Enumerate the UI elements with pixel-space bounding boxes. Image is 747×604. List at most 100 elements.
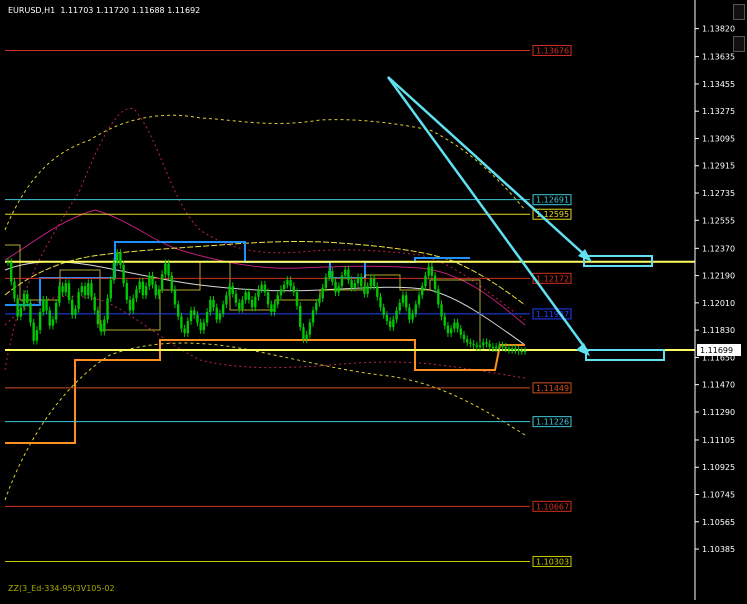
y-tick-label: 1.10565 [702, 518, 735, 527]
candle-body [77, 292, 80, 309]
y-tick-label: 1.12010 [702, 299, 735, 308]
candle-body [334, 281, 337, 293]
candle-body [411, 313, 414, 320]
symbol-timeframe: EURUSD,H1 [8, 6, 56, 15]
candle-body [273, 304, 276, 312]
candle-body [305, 334, 308, 340]
candle-body [144, 286, 148, 296]
y-tick-label: 1.11650 [702, 353, 735, 362]
candle-body [331, 271, 334, 282]
y-tick-label: 1.13820 [702, 25, 735, 34]
candle-body [369, 278, 373, 287]
candle-body [93, 296, 96, 311]
chart-canvas[interactable]: 1.136761.126911.125951.121721.119371.114… [0, 0, 747, 600]
candle-body [186, 321, 190, 334]
candle-body [167, 263, 170, 276]
candle-body [462, 334, 466, 340]
candle-body [510, 348, 514, 350]
candle-body [302, 327, 305, 340]
candle-body [504, 346, 507, 349]
candle-body [87, 283, 90, 296]
candle-body [501, 345, 504, 347]
candle-body [282, 284, 286, 290]
candle-body [176, 304, 180, 317]
candle-body [360, 277, 363, 287]
y-tick-label: 1.11470 [702, 381, 735, 390]
level-label: 1.12691 [536, 196, 569, 205]
candle-body [430, 266, 434, 276]
candle-body [22, 293, 26, 308]
candle-body [270, 304, 273, 312]
candle-body [173, 289, 177, 305]
y-tick-label: 1.11290 [702, 408, 735, 417]
candle-body [51, 319, 55, 326]
y-tick-label: 1.13635 [702, 53, 735, 62]
candle-body [244, 292, 247, 300]
level-label: 1.10303 [536, 557, 569, 566]
candle-body [427, 266, 430, 276]
candle-body [189, 310, 193, 322]
candle-body [257, 289, 260, 297]
candle-body [212, 299, 215, 308]
candle-body [193, 310, 196, 315]
price-chart[interactable]: 1.13676 1.12691 1.12595 1.12172 1.11937 1.114… [0, 0, 747, 600]
y-tick-label: 1.11830 [702, 326, 735, 335]
candle-body [151, 275, 154, 285]
candle-body [337, 286, 340, 293]
candle-body [388, 321, 392, 328]
candle-body [119, 252, 122, 265]
candle-body [13, 281, 16, 299]
candle-body [241, 299, 244, 309]
candle-body [115, 252, 119, 262]
candle-body [225, 295, 228, 305]
candle-body [250, 299, 254, 308]
candle-body [295, 292, 299, 306]
y-tick-label: 1.10745 [702, 491, 735, 500]
y-tick-label: 1.11105 [702, 436, 735, 445]
candle-body [517, 349, 520, 352]
candle-body [199, 322, 202, 331]
candle-body [80, 286, 84, 293]
level-label: 1.11449 [536, 384, 569, 393]
candle-body [353, 283, 357, 288]
candle-body [417, 295, 421, 305]
candle-body [340, 275, 344, 287]
y-tick-label: 1.10925 [702, 463, 735, 472]
candle-body [469, 342, 472, 344]
candle-body [321, 287, 324, 299]
y-tick-label: 1.12370 [702, 244, 735, 253]
candle-body [379, 296, 382, 308]
candle-body [327, 271, 331, 278]
candle-body [356, 277, 360, 284]
y-tick-label: 1.13275 [702, 107, 735, 116]
y-tick-label: 1.13455 [702, 80, 735, 89]
candle-body [279, 289, 283, 296]
ohlc-values: 1.11703 1.11720 1.11688 1.11692 [60, 6, 201, 15]
scroll-up-button[interactable] [733, 4, 745, 20]
candle-body [276, 295, 279, 305]
candle-body [183, 328, 186, 334]
level-label: 1.10667 [536, 502, 569, 511]
candle-body [392, 319, 395, 328]
candle-body [64, 283, 68, 293]
candle-body [260, 284, 263, 290]
candle-body [141, 281, 145, 296]
candle-body [83, 286, 87, 296]
candle-body [482, 342, 485, 346]
candle-body [292, 286, 295, 293]
candle-body [363, 286, 366, 294]
candle-body [128, 299, 132, 311]
candle-body [48, 310, 51, 326]
candle-body [180, 316, 183, 329]
candle-body [401, 295, 405, 303]
y-tick-label: 1.12190 [702, 272, 735, 281]
candle-body [148, 275, 151, 287]
candle-body [385, 314, 389, 322]
chart-shift-button[interactable] [733, 36, 745, 52]
candle-body [202, 322, 206, 331]
candle-body [446, 325, 450, 334]
candle-body [494, 346, 498, 349]
candle-body [395, 310, 398, 320]
candle-body [449, 328, 453, 334]
candle-body [164, 263, 167, 275]
